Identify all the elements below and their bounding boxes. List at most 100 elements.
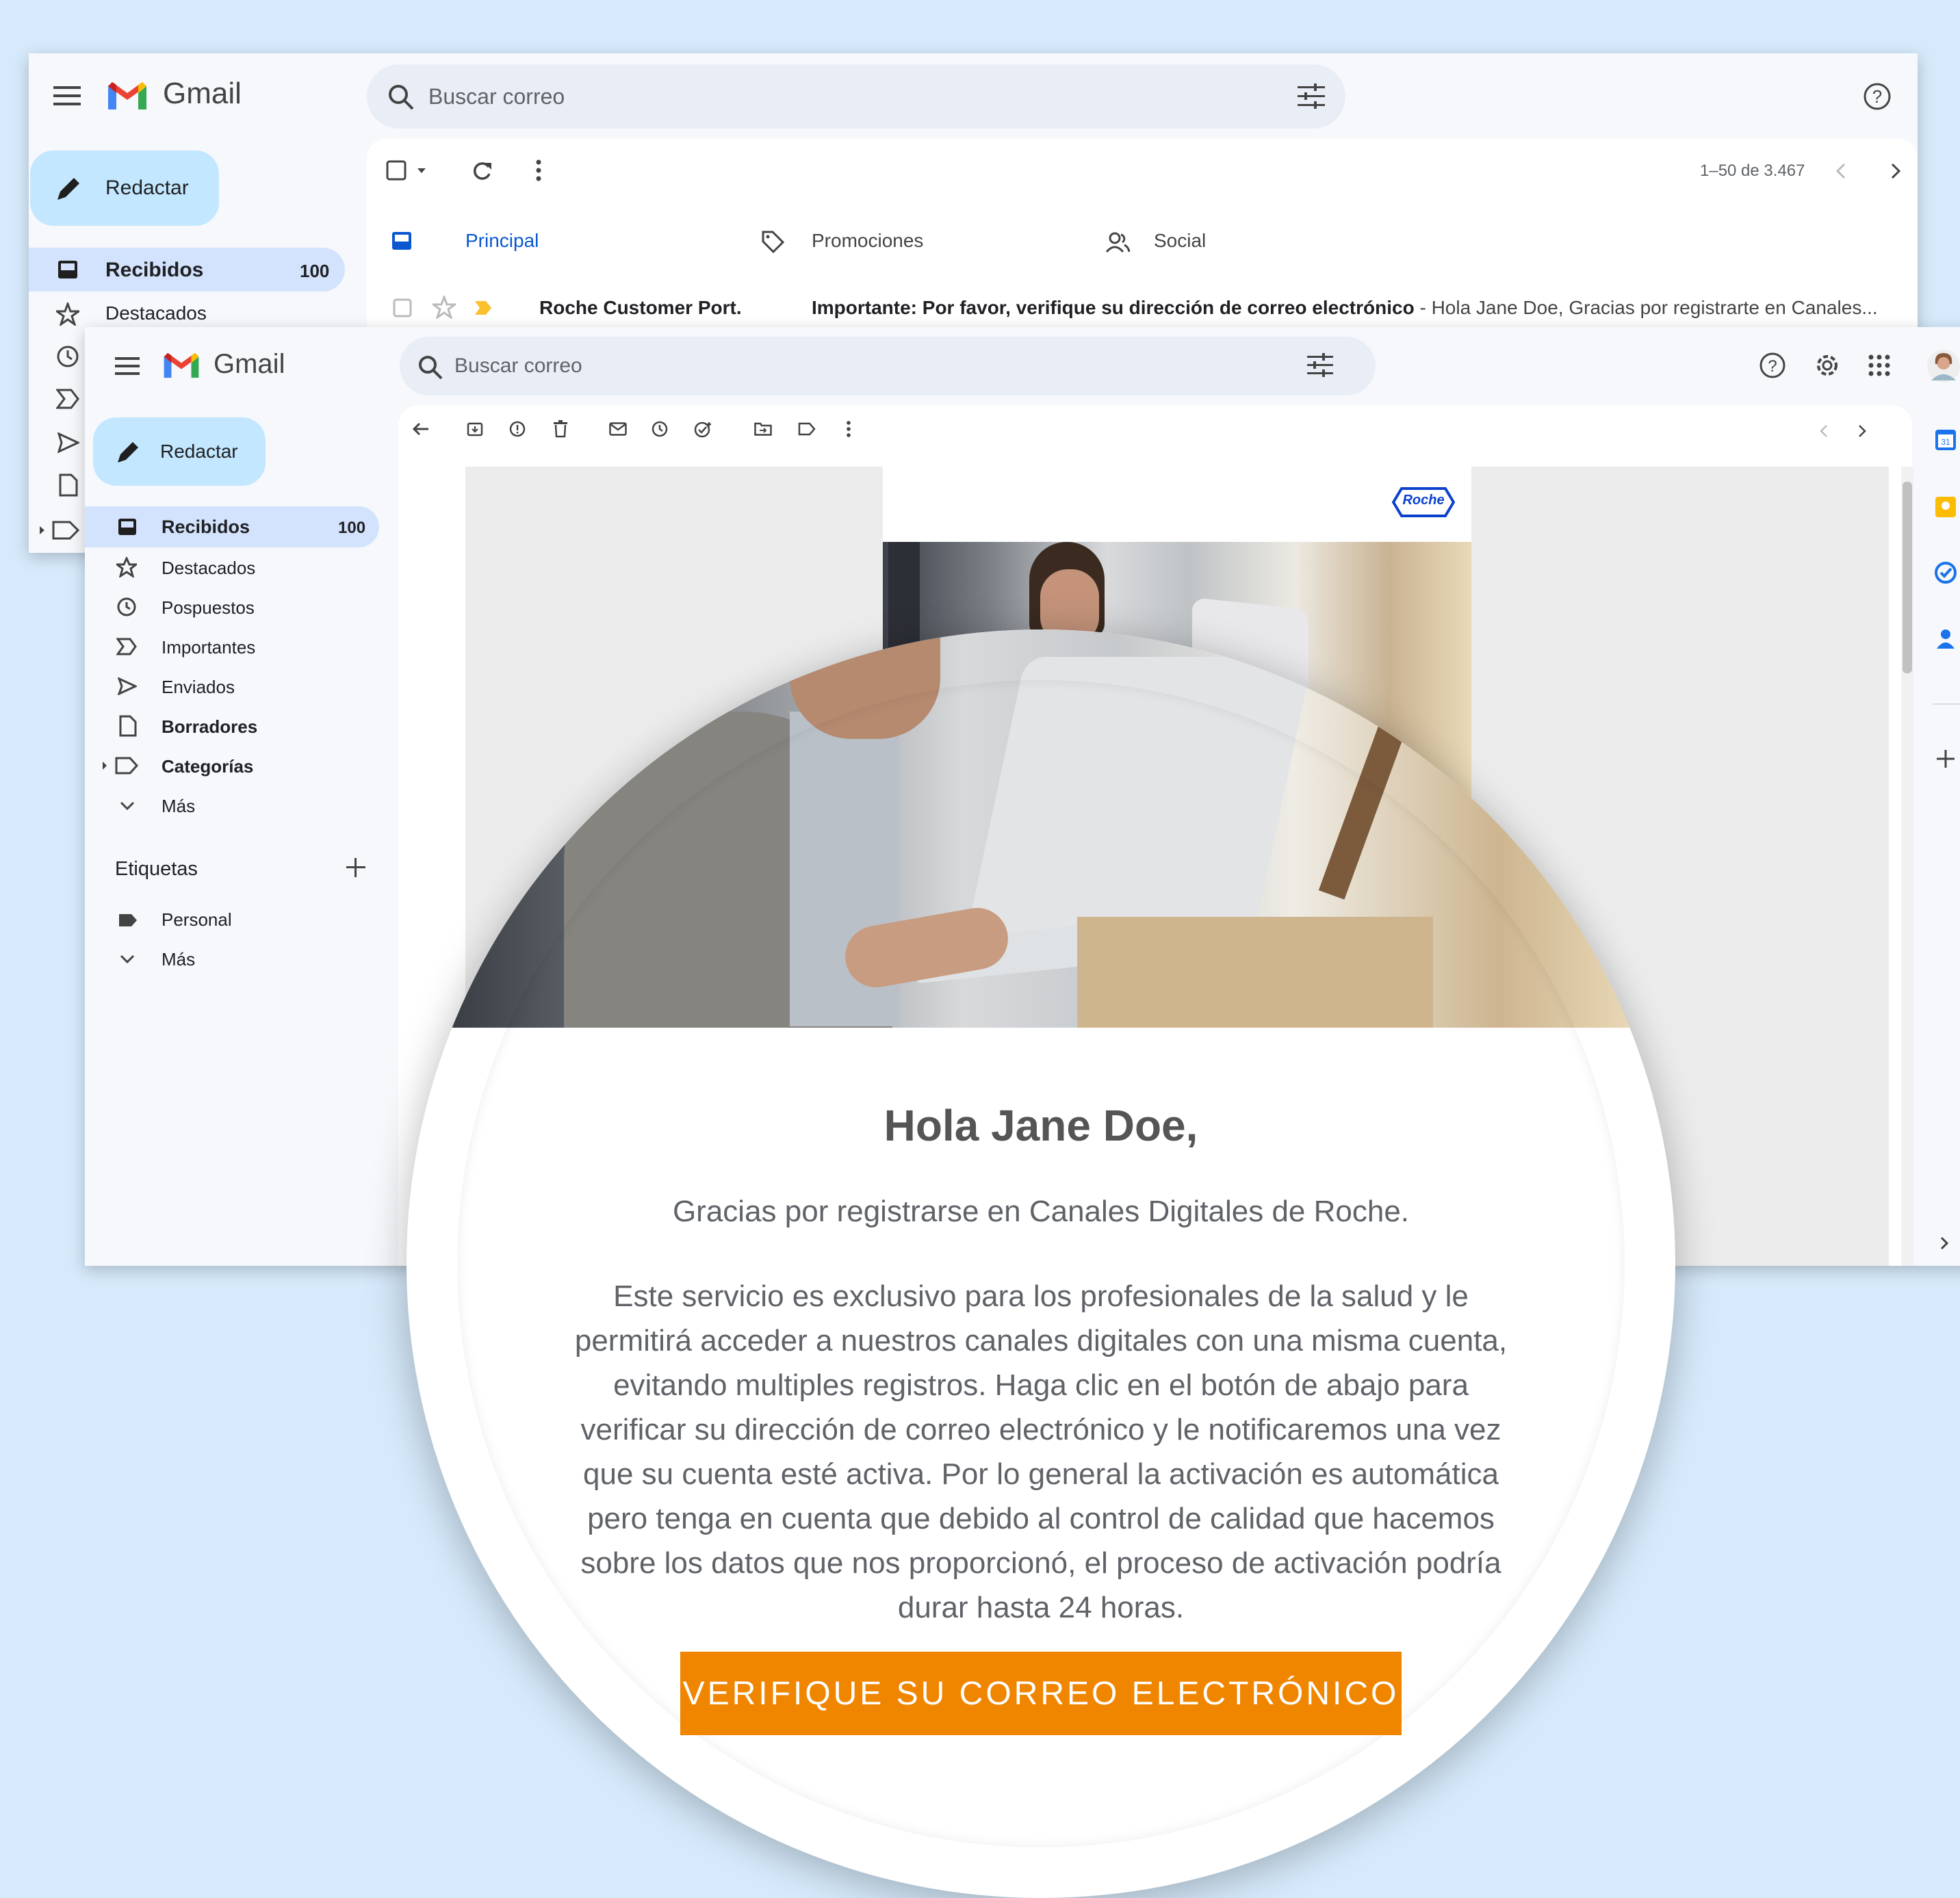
add-label-icon[interactable]	[345, 857, 367, 879]
refresh-icon[interactable]	[471, 160, 493, 182]
inbox-icon	[118, 518, 137, 536]
unread-count: 100	[300, 261, 330, 281]
email-body-line: Este servicio es exclusivo para los prof…	[613, 1279, 1469, 1313]
search-placeholder: Buscar correo	[454, 354, 582, 377]
menu-icon[interactable]	[53, 85, 81, 107]
compose-button[interactable]: Redactar	[30, 151, 219, 226]
scrollbar-thumb[interactable]	[1903, 482, 1912, 673]
keep-icon[interactable]	[1934, 495, 1957, 519]
scrollbar-track[interactable]	[1901, 467, 1913, 1266]
email-body-line: verificar su dirección de correo electró…	[580, 1413, 1501, 1446]
add-addon-icon[interactable]	[1935, 749, 1956, 769]
search-bar[interactable]: Buscar correo	[367, 64, 1345, 129]
pencil-icon	[55, 175, 82, 203]
tab-principal[interactable]: Principal	[367, 212, 709, 267]
magnifier-lens: Hola Jane Doe, Gracias por registrarse e…	[407, 629, 1675, 1898]
people-icon	[1106, 231, 1131, 253]
important-icon	[56, 389, 79, 409]
label-filled-icon	[118, 913, 138, 928]
star-icon[interactable]	[433, 296, 456, 319]
tab-social[interactable]: Social	[1079, 212, 1407, 267]
mark-unread-icon[interactable]	[609, 422, 627, 436]
back-arrow-icon[interactable]	[412, 421, 430, 437]
label-item-mas[interactable]: Más	[85, 939, 379, 978]
draft-icon	[119, 715, 137, 737]
email-sender: Roche Customer Port.	[539, 297, 742, 318]
nav-label: Recibidos	[105, 259, 204, 281]
nav-label: Más	[162, 796, 196, 816]
email-row[interactable]: Roche Customer Port. Importante: Por fav…	[367, 282, 1918, 330]
label-item-personal[interactable]: Personal	[85, 899, 379, 939]
snooze-icon[interactable]	[652, 421, 668, 437]
send-icon	[118, 677, 137, 695]
email-header-band: Roche	[883, 467, 1471, 542]
add-task-icon[interactable]	[694, 421, 713, 439]
nav-item-importantes[interactable]: Importantes	[85, 627, 379, 666]
search-placeholder: Buscar correo	[428, 84, 565, 109]
compose-button[interactable]: Redactar	[93, 417, 266, 486]
help-icon[interactable]: ?	[1759, 352, 1786, 379]
tab-label: Principal	[465, 230, 539, 251]
more-vert-icon[interactable]	[846, 420, 851, 438]
report-spam-icon[interactable]	[509, 421, 526, 437]
chevron-right-icon[interactable]	[1939, 1236, 1949, 1251]
nav-item-destacados[interactable]: Destacados	[85, 547, 379, 587]
menu-icon[interactable]	[115, 356, 140, 376]
chevron-right-icon[interactable]	[1890, 163, 1901, 179]
verify-email-button[interactable]: VERIFIQUE SU CORREO ELECTRÓNICO	[680, 1652, 1402, 1735]
calendar-icon[interactable]: 31	[1934, 428, 1957, 452]
search-icon[interactable]	[417, 354, 443, 380]
nav-label: Borradores	[162, 716, 258, 737]
row-checkbox[interactable]	[393, 298, 412, 317]
inbox-icon	[57, 260, 78, 279]
select-checkbox[interactable]	[386, 160, 428, 182]
email-body-line: evitando multiples registros. Haga clic …	[613, 1368, 1469, 1402]
chevron-left-icon[interactable]	[1835, 163, 1846, 179]
search-bar[interactable]: Buscar correo	[400, 337, 1376, 395]
nav-item-mas[interactable]: Más	[85, 785, 379, 825]
nav-item-categorias[interactable]: Categorías	[85, 746, 379, 785]
email-snippet: - Hola Jane Doe, Gracias por registrarte…	[1414, 297, 1878, 318]
gear-icon[interactable]	[1812, 350, 1842, 380]
inbox-icon	[391, 231, 412, 250]
trash-icon[interactable]	[553, 420, 568, 438]
search-icon[interactable]	[387, 83, 415, 111]
chevron-right-icon[interactable]	[1857, 424, 1867, 438]
nav-label: Destacados	[105, 302, 207, 324]
nav-label: Pospuestos	[162, 597, 255, 618]
move-to-icon[interactable]	[754, 422, 772, 436]
important-marker-icon[interactable]	[474, 300, 493, 316]
email-intro: Gracias por registrarse en Canales Digit…	[672, 1195, 1410, 1228]
clock-icon	[56, 345, 79, 368]
tab-promociones[interactable]: Promociones	[736, 212, 1065, 267]
nav-item-borradores[interactable]: Borradores	[85, 706, 379, 746]
label-name: Personal	[162, 909, 232, 930]
more-vert-icon[interactable]	[535, 159, 542, 182]
label-icon[interactable]	[798, 422, 816, 436]
apps-grid-icon[interactable]	[1867, 353, 1892, 378]
nav-item-pospuestos[interactable]: Pospuestos	[85, 587, 379, 627]
email-subject: Importante: Por favor, verifique su dire…	[812, 297, 1415, 318]
svg-text:?: ?	[1768, 357, 1777, 376]
label-icon	[38, 520, 81, 541]
email-body-line: que su cuenta esté activa. Por lo genera…	[583, 1457, 1499, 1491]
important-icon	[116, 638, 137, 655]
tasks-icon[interactable]	[1934, 561, 1957, 584]
gmail-wordmark: Gmail	[214, 349, 285, 379]
nav-item-recibidos[interactable]: Recibidos 100	[29, 248, 345, 291]
avatar[interactable]	[1927, 349, 1960, 383]
archive-icon[interactable]	[467, 421, 483, 437]
filter-options-icon[interactable]	[1307, 353, 1333, 378]
contacts-icon[interactable]	[1934, 627, 1957, 650]
svg-text:31: 31	[1941, 437, 1950, 447]
email-body-line: sobre los datos que nos proporcionó, el …	[580, 1546, 1501, 1580]
help-icon[interactable]: ?	[1863, 82, 1892, 111]
email-body-line: pero tenga en cuenta que debido al contr…	[587, 1502, 1495, 1535]
compose-label: Redactar	[160, 441, 238, 462]
label-name: Más	[162, 949, 196, 970]
nav-item-enviados[interactable]: Enviados	[85, 666, 379, 706]
roche-logo-text: Roche	[1402, 493, 1445, 508]
filter-options-icon[interactable]	[1298, 83, 1325, 109]
chevron-left-icon[interactable]	[1819, 424, 1829, 438]
nav-item-recibidos[interactable]: Recibidos 100	[85, 506, 379, 547]
